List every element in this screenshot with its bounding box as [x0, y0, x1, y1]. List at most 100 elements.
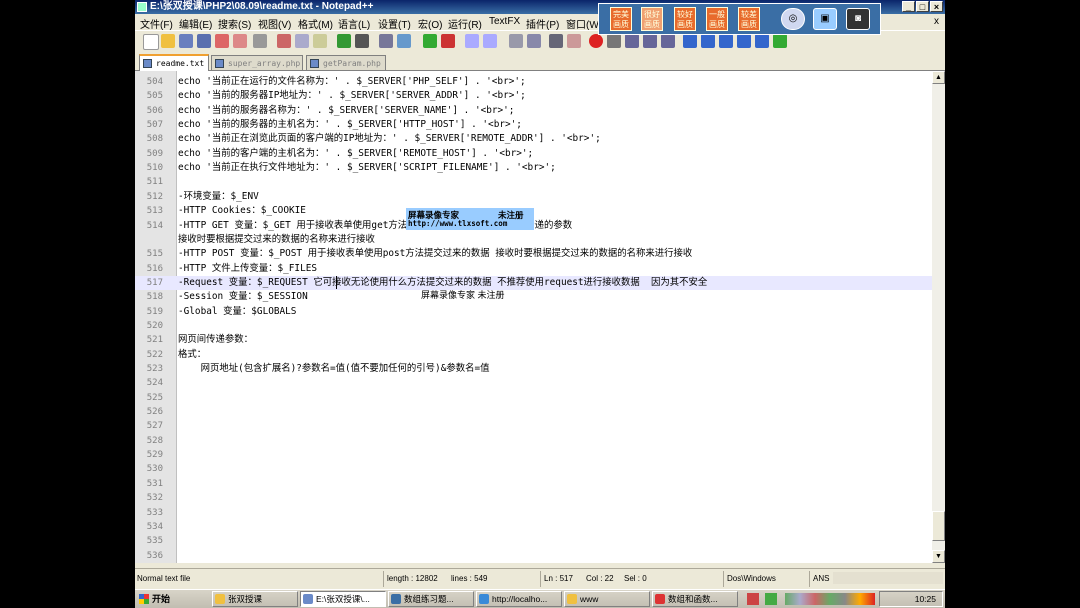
line-text[interactable]: echo '当前的服务器名称为：' . $_SERVER['SERVER_NAM… [178, 104, 514, 118]
line-text[interactable]: -HTTP POST 变量：$_POST 用于接收表单使用post方法提交过来的… [178, 247, 692, 261]
line-text[interactable]: -HTTP 文件上传变量：$_FILES [178, 262, 317, 276]
editor-line[interactable]: 532 [135, 491, 932, 505]
editor-line[interactable]: 531 [135, 477, 932, 491]
editor-line[interactable]: 521 网页间传递参数： [135, 333, 932, 347]
line-text[interactable]: 格式： [178, 348, 206, 362]
taskbar-item[interactable]: 数组练习题... [388, 591, 474, 607]
wrap-icon[interactable] [509, 34, 523, 48]
editor-line[interactable]: 533 [135, 506, 932, 520]
close-file-icon[interactable] [215, 34, 229, 48]
line-text[interactable]: -Session 变量：$_SESSION [178, 290, 308, 304]
line-text[interactable]: echo '当前正在浏览此页面的客户端的IP地址为：' . $_SERVER['… [178, 132, 601, 146]
menu-settings[interactable]: 设置(T) [378, 16, 411, 31]
quality-good-button[interactable]: 较好画质 [674, 7, 696, 31]
scroll-up-arrow-icon[interactable]: ▲ [932, 71, 945, 84]
menu-edit[interactable]: 编辑(E) [179, 16, 212, 31]
menu-file[interactable]: 文件(F) [140, 16, 173, 31]
close-all-icon[interactable] [233, 34, 247, 48]
menu-format[interactable]: 格式(M) [298, 16, 333, 31]
ime-toolbar-icon[interactable] [833, 572, 943, 584]
save-icon[interactable] [179, 34, 193, 48]
new-file-icon[interactable] [143, 34, 159, 50]
editor-line[interactable]: 527 [135, 419, 932, 433]
save-all-icon[interactable] [197, 34, 211, 48]
line-text[interactable]: echo '当前的客户端的主机名为：' . $_SERVER['REMOTE_H… [178, 147, 533, 161]
editor-line[interactable]: 534 [135, 520, 932, 534]
play-macro-icon[interactable] [625, 34, 639, 48]
record-disc-icon[interactable]: ◎ [781, 8, 805, 30]
scroll-down-arrow-icon[interactable]: ▼ [932, 550, 945, 563]
extension-icon-3[interactable] [719, 34, 733, 48]
open-file-icon[interactable] [161, 34, 175, 48]
undo-icon[interactable] [337, 34, 351, 48]
redo-icon[interactable] [355, 34, 369, 48]
scroll-thumb[interactable] [932, 511, 945, 541]
line-text[interactable]: 网页间传递参数： [178, 333, 253, 347]
menu-macro[interactable]: 宏(O) [418, 16, 442, 31]
editor-line[interactable]: 511 [135, 175, 932, 189]
editor-line[interactable]: 526 [135, 405, 932, 419]
editor-line[interactable]: 517 -Request 变量：$_REQUEST 它可接收无论使用什么方法提交过… [135, 275, 932, 290]
editor-line[interactable]: 523 网页地址(包含扩展名)?参数名=值(值不要加任何的引号)&参数名=值 [135, 362, 932, 376]
sync-vertical-icon[interactable] [465, 34, 479, 48]
taskbar-item[interactable]: http://localho... [476, 591, 562, 607]
editor-line[interactable]: 535 [135, 534, 932, 548]
line-text[interactable]: echo '当前的服务器IP地址为：' . $_SERVER['SERVER_A… [178, 89, 526, 103]
menu-window[interactable]: 窗口(W [566, 16, 599, 31]
editor-line[interactable]: 524 [135, 376, 932, 390]
line-text[interactable]: echo '当前的服务器的主机名为：' . $_SERVER['HTTP_HOS… [178, 118, 522, 132]
line-text[interactable]: 网页地址(包含扩展名)?参数名=值(值不要加任何的引号)&参数名=值 [178, 362, 490, 376]
print-icon[interactable] [253, 34, 267, 48]
quality-perfect-button[interactable]: 完美画质 [610, 7, 632, 31]
editor-line[interactable]: 522 格式： [135, 348, 932, 362]
clock[interactable]: 10:25 [915, 594, 936, 604]
sync-horizontal-icon[interactable] [483, 34, 497, 48]
editor-line[interactable]: 518 -Session 变量：$_SESSION [135, 290, 932, 304]
tray-app-icon[interactable] [765, 593, 777, 605]
editor-line[interactable]: 504 echo '当前正在运行的文件名称为：' . $_SERVER['PHP_… [135, 75, 932, 89]
line-text[interactable]: echo '当前正在执行文件地址为：' . $_SERVER['SCRIPT_F… [178, 161, 556, 175]
replace-icon[interactable] [397, 34, 411, 48]
extension-icon-6[interactable] [773, 34, 787, 48]
extension-icon-4[interactable] [737, 34, 751, 48]
close-button[interactable]: × [930, 1, 943, 12]
extension-icon-2[interactable] [701, 34, 715, 48]
menu-search[interactable]: 搜索(S) [218, 16, 251, 31]
editor-line[interactable]: 510 echo '当前正在执行文件地址为：' . $_SERVER['SCRIP… [135, 161, 932, 175]
quality-very-good-button[interactable]: 很好画质 [641, 7, 663, 31]
stop-macro-icon[interactable] [607, 34, 621, 48]
editor-line[interactable]: 508 echo '当前正在浏览此页面的客户端的IP地址为：' . $_SERVE… [135, 132, 932, 146]
extension-icon-1[interactable] [683, 34, 697, 48]
editor-line[interactable]: 519 -Global 变量：$GLOBALS [135, 305, 932, 319]
extension-icon-5[interactable] [755, 34, 769, 48]
cut-icon[interactable] [277, 34, 291, 48]
line-text[interactable]: 接收时要根据提交过来的数据的名称来进行接收 [178, 233, 375, 247]
text-editor[interactable]: 504 echo '当前正在运行的文件名称为：' . $_SERVER['PHP_… [135, 71, 932, 563]
start-button[interactable]: 开始 [135, 590, 183, 608]
editor-line[interactable]: 525 [135, 391, 932, 405]
line-text[interactable]: -Global 变量：$GLOBALS [178, 305, 296, 319]
tray-icons[interactable] [785, 593, 875, 605]
editor-line[interactable]: 507 echo '当前的服务器的主机名为：' . $_SERVER['HTTP_… [135, 118, 932, 132]
menu-run[interactable]: 运行(R) [448, 16, 482, 31]
close-document-button[interactable]: x [934, 16, 939, 27]
line-text[interactable]: echo '当前正在运行的文件名称为：' . $_SERVER['PHP_SEL… [178, 75, 526, 89]
editor-line[interactable]: 520 [135, 319, 932, 333]
user-lang-icon[interactable] [567, 34, 581, 48]
taskbar-item[interactable]: www [564, 591, 650, 607]
editor-line[interactable]: 529 [135, 448, 932, 462]
paste-icon[interactable] [313, 34, 327, 48]
vertical-scrollbar[interactable]: ▲ ▼ [932, 71, 945, 563]
menu-textfx[interactable]: TextFX [489, 16, 520, 27]
editor-line[interactable]: 530 [135, 462, 932, 476]
menu-language[interactable]: 语言(L) [338, 16, 370, 31]
menu-view[interactable]: 视图(V) [258, 16, 291, 31]
menu-plugins[interactable]: 插件(P) [526, 16, 559, 31]
editor-line[interactable]: 接收时要根据提交过来的数据的名称来进行接收 [135, 233, 932, 247]
zoom-in-icon[interactable] [423, 34, 437, 48]
taskbar-item[interactable]: E:\张双授课\... [300, 591, 386, 607]
tray-app-icon[interactable] [747, 593, 759, 605]
run-macro-multiple-icon[interactable] [643, 34, 657, 48]
editor-line[interactable]: 536 [135, 549, 932, 563]
editor-line[interactable]: 512 -环境变量：$_ENV [135, 190, 932, 204]
